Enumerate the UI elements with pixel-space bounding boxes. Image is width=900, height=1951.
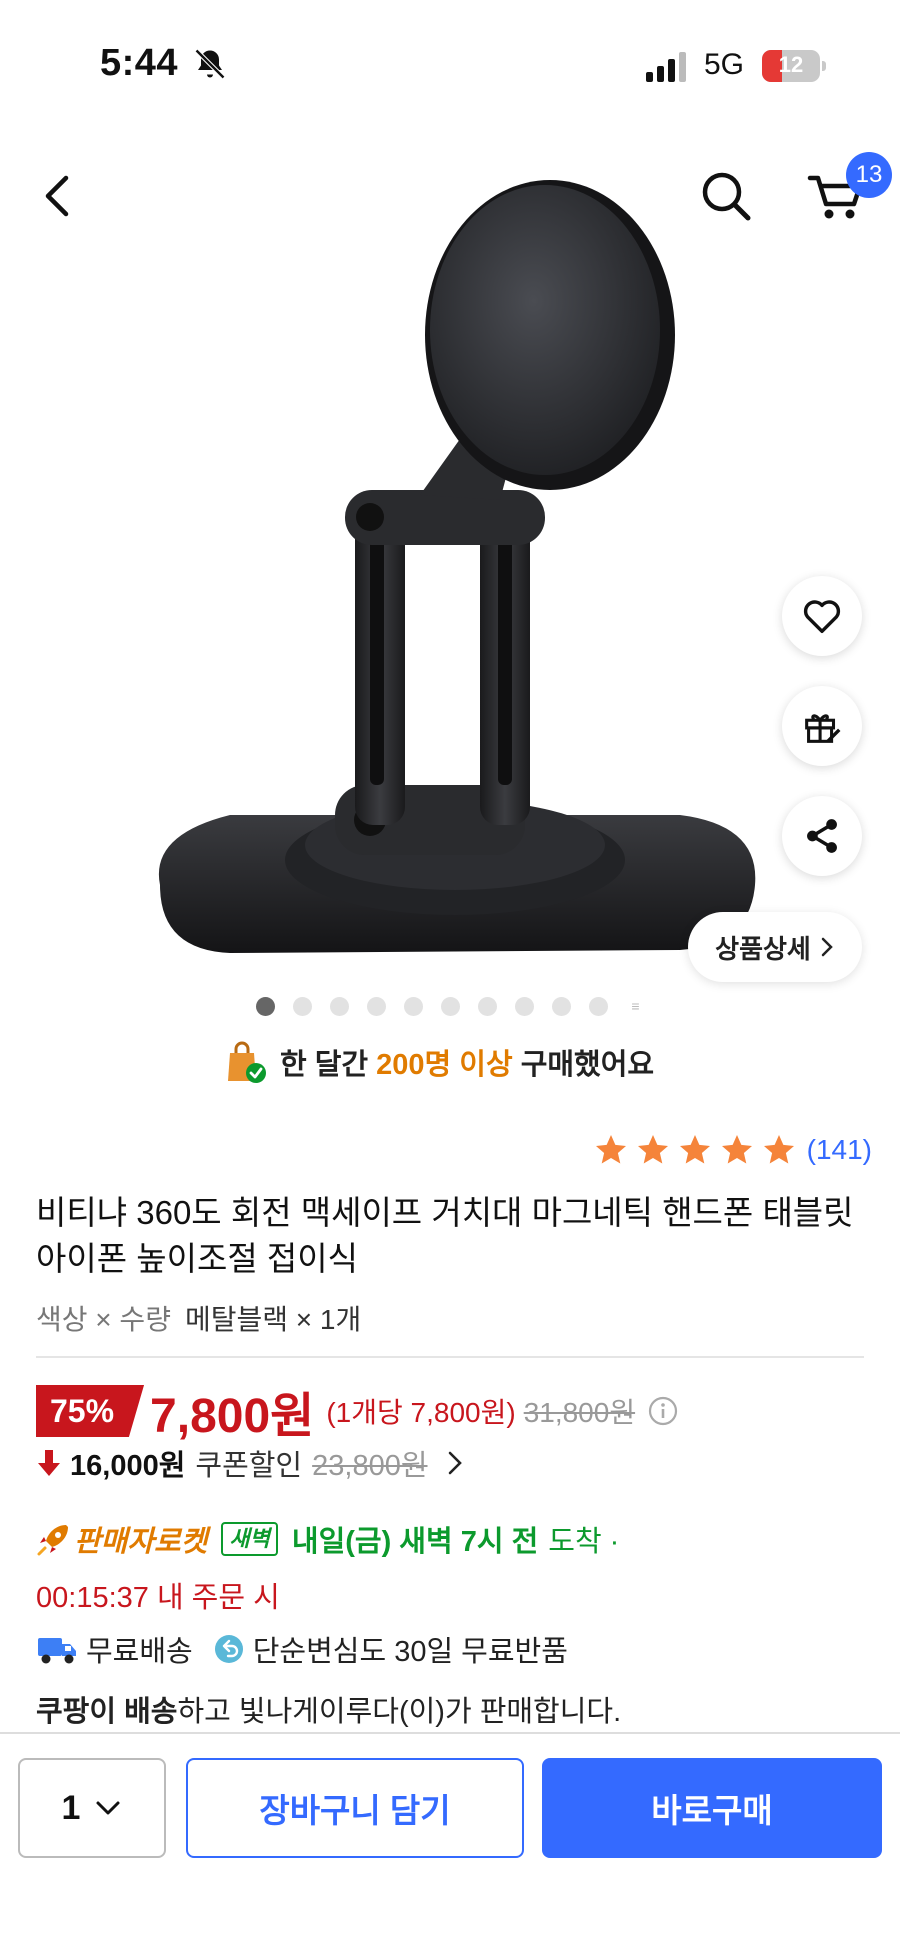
coupon-price: 16,000원 [70, 1450, 186, 1482]
delivery-info: 판매자로켓 새벽 내일(금) 새벽 7시 전 도착 · [36, 1518, 619, 1560]
pagination-more-icon[interactable]: ≡ [626, 997, 645, 1016]
shipping-return-info: 무료배송 단순변심도 30일 무료반품 [36, 1628, 568, 1670]
back-icon[interactable] [28, 164, 92, 228]
product-detail-label: 상품상세 [715, 933, 811, 964]
product-image [158, 180, 756, 953]
coupon-original-price: 23,800원 [312, 1450, 428, 1482]
divider [36, 1356, 864, 1358]
star-icon [637, 1135, 668, 1164]
gift-icon [805, 714, 841, 743]
pagination-dot[interactable] [515, 996, 534, 1016]
add-to-cart-button[interactable]: 장바구니 담기 [186, 1758, 524, 1858]
seller-delivery-text: 하고 빛나게이루다(이)가 판매합니다. [177, 1696, 622, 1728]
star-icon [595, 1135, 626, 1164]
pagination-dot[interactable] [293, 996, 312, 1016]
bottom-action-bar: 1 장바구니 담기 바로구매 [0, 1732, 900, 1951]
option-label: 색상 × 수량 [36, 1304, 171, 1335]
coupon-label: 쿠폰할인 [195, 1450, 303, 1482]
option-summary[interactable]: 색상 × 수량 메탈블랙 × 1개 [36, 1298, 361, 1338]
star-icon [721, 1135, 752, 1164]
pagination-dot[interactable] [441, 996, 460, 1016]
chevron-right-icon [821, 937, 833, 957]
original-price: 31,800원 [523, 1397, 636, 1428]
chevron-down-icon [96, 1801, 120, 1815]
option-value: 메탈블랙 × 1개 [184, 1304, 362, 1335]
quantity-select[interactable]: 1 [18, 1758, 166, 1858]
share-icon [807, 819, 837, 853]
buy-now-button[interactable]: 바로구매 [542, 1758, 882, 1858]
pagination-dot[interactable] [256, 996, 275, 1016]
chevron-right-icon [448, 1451, 462, 1475]
coupon-discount-row[interactable]: 16,000원 쿠폰할인 23,800원 [36, 1442, 466, 1484]
dawn-delivery-badge: 새벽 [221, 1522, 278, 1556]
arrow-down-icon [38, 1450, 60, 1476]
purchase-banner-prefix: 한 달간 [280, 1049, 377, 1081]
gift-button[interactable] [782, 686, 862, 766]
return-icon [214, 1635, 243, 1663]
rocket-icon [37, 1525, 68, 1556]
seller-delivery-bold: 쿠팡이 배송 [36, 1696, 178, 1728]
price-row: 75% 7,800원 (1개당 7,800원) 31,800원 [36, 1376, 679, 1446]
share-button[interactable] [782, 796, 862, 876]
quantity-value: 1 [61, 1788, 81, 1827]
seller-rocket-badge: 판매자로켓 [74, 1526, 208, 1558]
discount-badge: 75% [36, 1385, 145, 1437]
arrival-suffix: 도착 · [548, 1526, 620, 1558]
product-gallery[interactable]: 13 상품상세 ≡ [0, 0, 900, 1030]
purchase-banner-highlight: 200명 이상 [376, 1049, 513, 1081]
seller-info: 쿠팡이 배송하고 빛나게이루다(이)가 판매합니다. [36, 1688, 621, 1730]
pagination-dot[interactable] [404, 996, 423, 1016]
rating-summary[interactable]: (141) [593, 1132, 872, 1168]
sale-price: 7,800원 [150, 1390, 315, 1443]
review-count[interactable]: (141) [807, 1134, 872, 1166]
pagination-dot[interactable] [330, 996, 349, 1016]
order-countdown: 00:15:37 내 주문 시 [36, 1582, 280, 1614]
cart-count-badge: 13 [846, 152, 892, 198]
free-return-label: 단순변심도 30일 무료반품 [252, 1636, 568, 1668]
product-detail-button[interactable]: 상품상세 [688, 912, 862, 982]
shopping-bag-icon [228, 1041, 266, 1083]
star-icon [679, 1135, 710, 1164]
unit-price: (1개당 7,800원) [326, 1397, 516, 1428]
pagination-dot[interactable] [478, 996, 497, 1016]
search-icon[interactable] [694, 164, 758, 228]
truck-icon [38, 1638, 76, 1664]
star-icon [763, 1135, 794, 1164]
info-icon[interactable] [647, 1395, 679, 1427]
purchase-count-banner: 한 달간 200명 이상 구매했어요 [220, 1036, 654, 1088]
product-title: 비티냐 360도 회전 맥세이프 거치대 마그네틱 핸드폰 태블릿 아이폰 높이… [36, 1194, 854, 1277]
heart-icon [803, 600, 841, 634]
favorite-button[interactable] [782, 576, 862, 656]
pagination-dot[interactable] [589, 996, 608, 1016]
arrival-time: 내일(금) 새벽 7시 전 [291, 1526, 539, 1558]
gallery-pagination[interactable]: ≡ [256, 996, 645, 1016]
pagination-dot[interactable] [552, 996, 571, 1016]
star-rating [593, 1132, 797, 1168]
purchase-banner-suffix: 구매했어요 [512, 1049, 655, 1081]
pagination-dot[interactable] [367, 996, 386, 1016]
free-shipping-label: 무료배송 [86, 1636, 193, 1668]
